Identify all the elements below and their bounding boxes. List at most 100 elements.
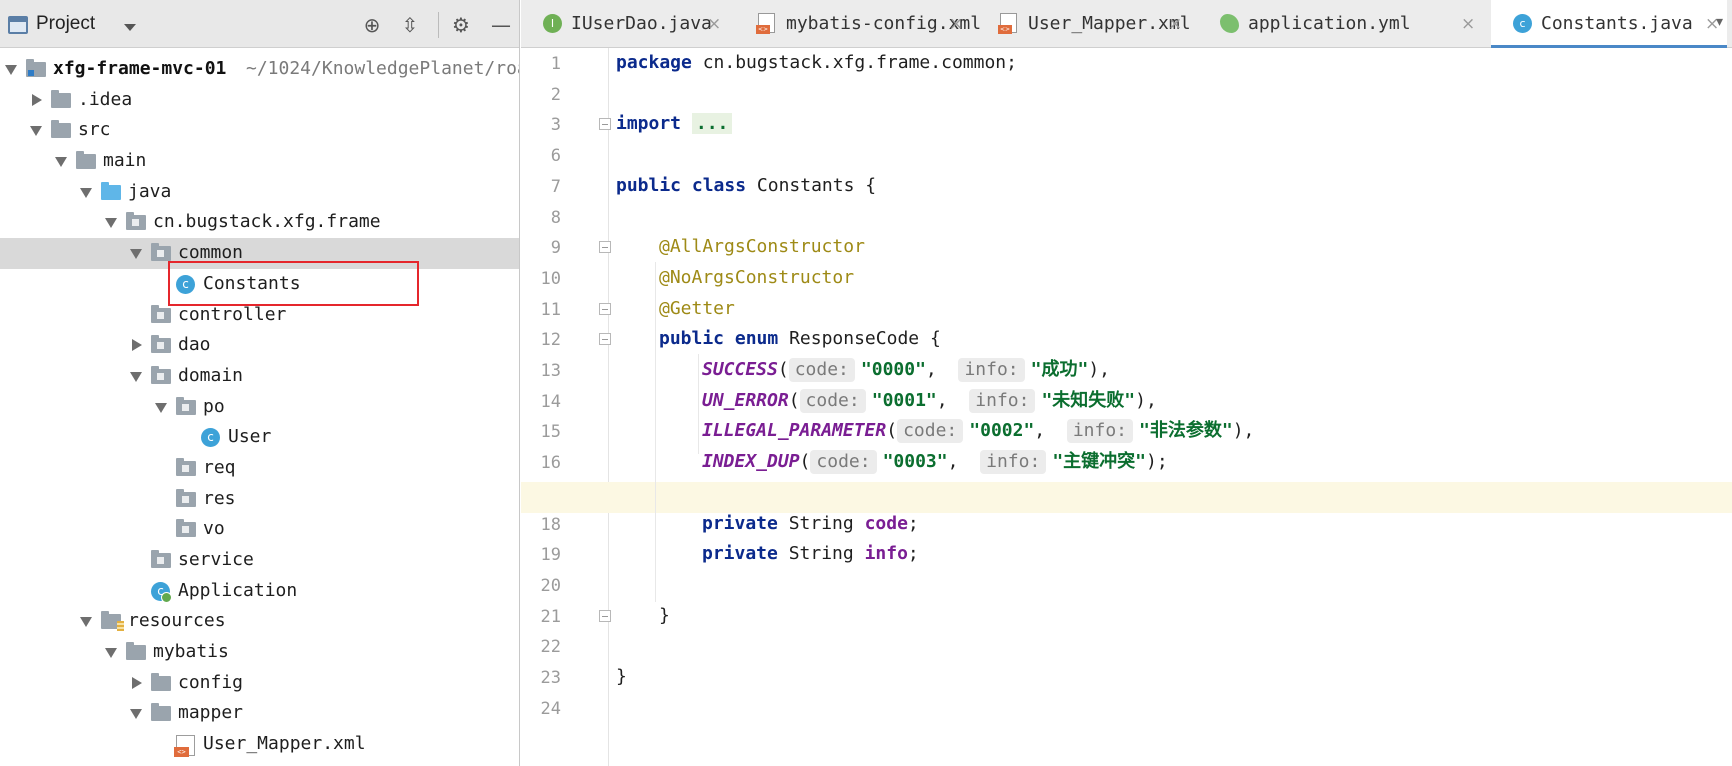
- enum-constant: INDEX_DUP: [702, 451, 800, 473]
- tree-item-res[interactable]: res: [0, 484, 519, 515]
- code-line-14: UN_ERROR(code: "0001", info: "未知失败"),: [702, 388, 1157, 413]
- close-icon[interactable]: ×: [949, 0, 963, 48]
- line-number: 3: [550, 115, 561, 136]
- expand-arrow-closed-icon[interactable]: [132, 676, 142, 689]
- package-icon: [151, 243, 171, 262]
- folder-icon: [151, 672, 171, 691]
- enum-declaration: ResponseCode {: [778, 328, 941, 350]
- folder-icon: [76, 151, 96, 170]
- tree-item-label: domain: [178, 364, 244, 386]
- chevron-down-icon[interactable]: [124, 24, 136, 31]
- tree-item-service[interactable]: service: [0, 545, 519, 576]
- package-icon: [176, 519, 196, 538]
- code-line-7: public class Constants {: [616, 171, 876, 202]
- package-icon: [151, 550, 171, 568]
- code-line-23: }: [616, 666, 627, 687]
- tree-item-mapper[interactable]: mapper: [0, 698, 519, 729]
- string-literal: "未知失败": [1041, 389, 1136, 411]
- close-icon[interactable]: ×: [1461, 0, 1475, 48]
- code-line-13: SUCCESS(code: "0000", info: "成功"),: [702, 358, 1110, 382]
- expand-arrow-open-icon[interactable]: [155, 402, 167, 413]
- expand-arrow-open-icon[interactable]: [130, 709, 142, 720]
- tab-constants-java[interactable]: c Constants.java ×: [1491, 0, 1727, 48]
- punctuation: );: [1146, 451, 1168, 473]
- xml-file-icon: [756, 13, 775, 34]
- tree-item--idea[interactable]: .idea: [0, 85, 519, 116]
- tree-item-label: service: [178, 549, 254, 570]
- tree-item-req[interactable]: req: [0, 453, 519, 484]
- expand-arrow-open-icon[interactable]: [80, 187, 92, 198]
- tree-item-label: resources: [128, 610, 226, 632]
- enum-constant: SUCCESS: [702, 359, 778, 380]
- expand-arrow-open-icon[interactable]: [130, 249, 142, 260]
- locate-icon[interactable]: ⊕: [359, 12, 385, 38]
- code-area[interactable]: package cn.bugstack.xfg.frame.common; im…: [521, 48, 1732, 766]
- line-number: 11: [540, 299, 561, 320]
- module-folder-icon: [26, 59, 46, 77]
- string-literal: "主键冲突": [1052, 451, 1146, 473]
- parameter-hint: code:: [810, 450, 877, 475]
- tree-item-controller[interactable]: controller: [0, 300, 519, 331]
- tree-item-java[interactable]: java: [0, 177, 519, 208]
- string-literal: "成功": [1030, 359, 1089, 380]
- class-icon: c: [176, 274, 195, 294]
- tree-item-label: xfg-frame-mvc-01: [53, 58, 227, 79]
- tree-item-xfg-frame-mvc-01[interactable]: xfg-frame-mvc-01 ~/1024/KnowledgePlanet/r…: [0, 54, 519, 85]
- line-number: 10: [540, 268, 561, 289]
- tree-item-user-mapper-xml[interactable]: User_Mapper.xml: [0, 729, 519, 760]
- expand-arrow-closed-icon[interactable]: [32, 93, 42, 106]
- expand-arrow-open-icon[interactable]: [105, 218, 117, 229]
- package-icon: [176, 396, 196, 415]
- tab-application-yml[interactable]: application.yml ×: [1198, 0, 1483, 48]
- line-number: 2: [550, 84, 561, 105]
- tree-item-main[interactable]: main: [0, 146, 519, 177]
- tree-item-resources[interactable]: resources: [0, 606, 519, 637]
- gear-icon[interactable]: ⚙: [448, 12, 474, 38]
- tree-item-label: req: [203, 456, 236, 478]
- tab-overflow-icon[interactable]: ▾: [1716, 14, 1728, 34]
- tree-item-label: config: [178, 671, 244, 693]
- tree-item-label: User: [228, 426, 272, 448]
- tree-item-cn-bugstack-xfg-frame[interactable]: cn.bugstack.xfg.frame: [0, 207, 519, 238]
- tree-item-po[interactable]: po: [0, 392, 519, 423]
- code-line-21: }: [659, 604, 670, 626]
- tree-item-constants[interactable]: c Constants: [0, 269, 519, 300]
- expand-arrow-open-icon[interactable]: [80, 617, 92, 628]
- line-number: 13: [540, 361, 561, 381]
- package-icon: [126, 212, 146, 231]
- tree-item-domain[interactable]: domain: [0, 361, 519, 392]
- punctuation: ),: [1232, 420, 1255, 442]
- folder-icon: [51, 89, 71, 108]
- line-number: 8: [550, 207, 561, 228]
- project-view-selector[interactable]: Project: [36, 13, 95, 35]
- folded-imports[interactable]: ...: [691, 113, 733, 135]
- code-line-18: private String code;: [702, 509, 919, 540]
- project-tree: xfg-frame-mvc-01 ~/1024/KnowledgePlanet/r…: [0, 54, 519, 760]
- tree-item-common[interactable]: common: [0, 238, 519, 269]
- string-literal: "0002": [969, 420, 1035, 442]
- tree-item-application[interactable]: c Application: [0, 576, 519, 607]
- minimize-icon[interactable]: —: [488, 12, 514, 38]
- expand-arrow-open-icon[interactable]: [105, 648, 117, 659]
- close-icon[interactable]: ×: [707, 0, 721, 48]
- tree-item-vo[interactable]: vo: [0, 514, 519, 545]
- expand-arrow-closed-icon[interactable]: [132, 339, 142, 352]
- project-panel: Project ⊕ ⇳ ⚙ — xfg-frame-mvc-01 ~/1024/K…: [0, 0, 520, 766]
- tab-mybatis-config-xml[interactable]: mybatis-config.xml×: [736, 0, 981, 48]
- tree-item-dao[interactable]: dao: [0, 330, 519, 361]
- tab-user-mapper-xml[interactable]: User_Mapper.xml×: [978, 0, 1191, 48]
- parameter-hint: info:: [969, 388, 1036, 413]
- close-icon[interactable]: ×: [1168, 0, 1182, 48]
- tree-item-user[interactable]: c User: [0, 422, 519, 453]
- expand-arrow-open-icon[interactable]: [30, 126, 42, 137]
- tree-item-config[interactable]: config: [0, 668, 519, 699]
- collapse-all-icon[interactable]: ⇳: [397, 12, 423, 38]
- expand-arrow-open-icon[interactable]: [130, 371, 142, 382]
- expand-arrow-open-icon[interactable]: [5, 65, 17, 75]
- tree-item-mybatis[interactable]: mybatis: [0, 637, 519, 668]
- expand-arrow-open-icon[interactable]: [55, 157, 67, 168]
- folder-icon: [126, 642, 146, 661]
- tab-iuserdao-java[interactable]: I IUserDao.java ×: [521, 0, 729, 48]
- folder-icon: [151, 703, 171, 722]
- tree-item-src[interactable]: src: [0, 115, 519, 146]
